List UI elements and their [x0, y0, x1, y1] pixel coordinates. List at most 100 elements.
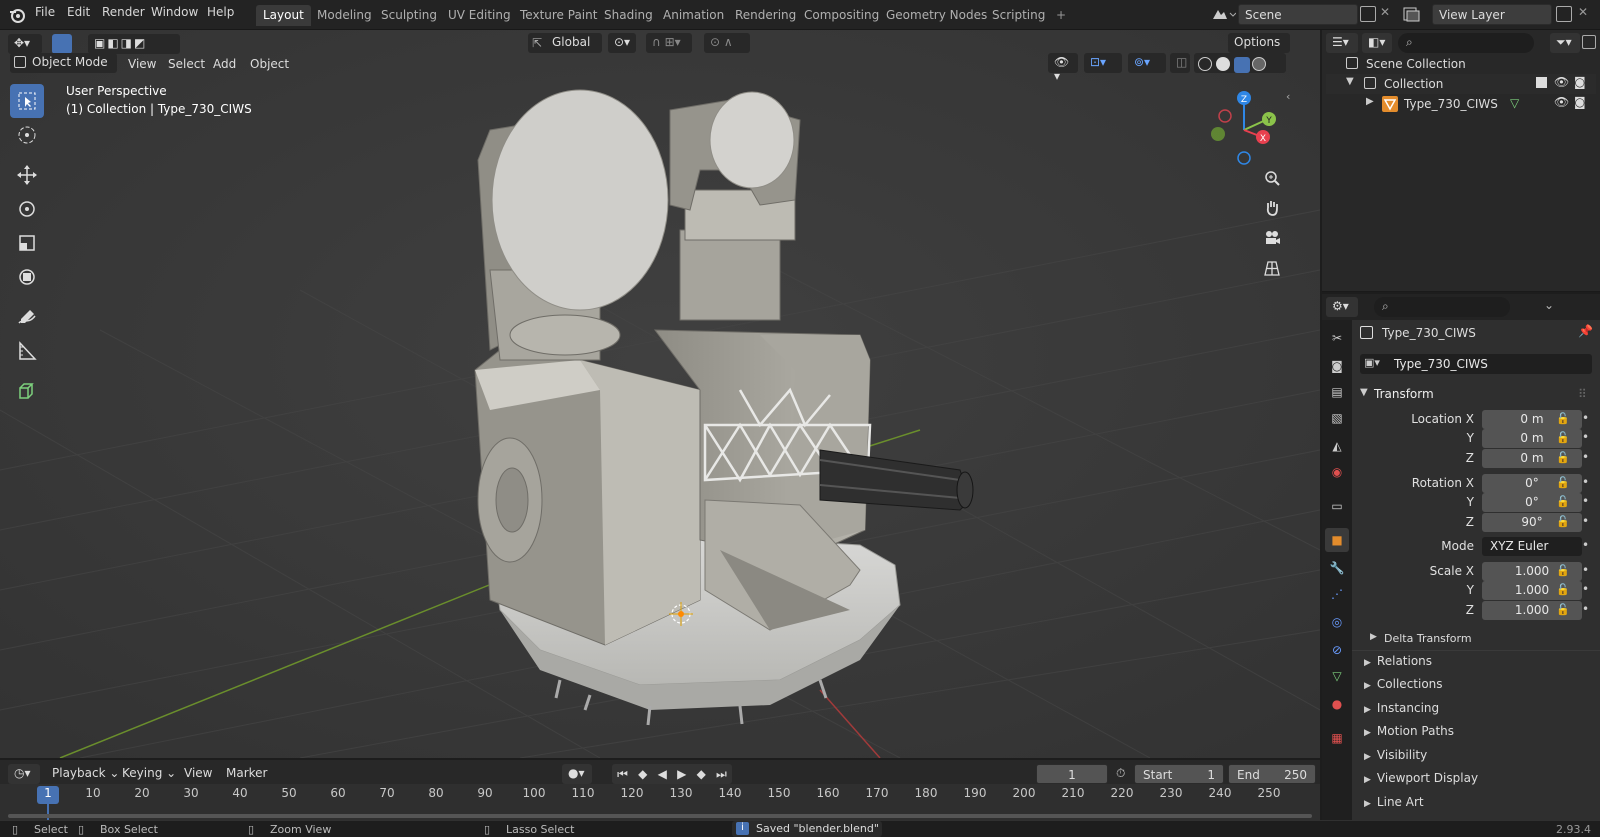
delete-view-layer-icon[interactable]: ✕ — [1578, 5, 1588, 19]
properties-search-input[interactable]: ⌕ — [1374, 297, 1510, 317]
menu-file[interactable]: File — [35, 5, 55, 19]
object-render-camera-icon[interactable]: ◙ — [1574, 95, 1586, 109]
pin-icon[interactable]: 📌 — [1578, 324, 1593, 338]
view-layer-selector[interactable]: View Layer — [1432, 4, 1552, 25]
keyframe-dot-icon[interactable]: • — [1582, 538, 1589, 552]
mode-dropdown[interactable]: Object Mode — [10, 53, 117, 73]
view-layer-tab-icon[interactable]: ▧ — [1325, 406, 1349, 430]
timeline-editor-type-icon[interactable]: ◷▾ — [8, 764, 40, 784]
add-workspace-icon[interactable]: + — [1049, 5, 1073, 26]
tool-measure[interactable] — [10, 334, 44, 368]
tab-uv-editing[interactable]: UV Editing — [441, 5, 518, 26]
menu-object[interactable]: Object — [250, 57, 289, 71]
outliner-search-input[interactable]: ⌕ — [1398, 33, 1534, 53]
particles-tab-icon[interactable]: ⋰ — [1325, 582, 1349, 606]
drag-handle-icon[interactable]: ⠿ — [1578, 387, 1587, 401]
section-relations[interactable]: ▶ Relations — [1364, 654, 1432, 668]
3d-viewport[interactable]: ✥▾ ▣◧◨◩ Global ⇱ ⊙▾ ∩ ⊞▾ ⊙ ∧ Options Obj… — [0, 30, 1320, 758]
playback-menu[interactable]: Playback ⌄ — [52, 766, 119, 780]
keyframe-dot-icon[interactable]: • — [1582, 494, 1589, 508]
editor-type-icon[interactable]: ✥▾ — [8, 34, 42, 54]
section-collections[interactable]: ▶ Collections — [1364, 677, 1443, 691]
blender-logo-icon[interactable] — [8, 6, 26, 24]
xray-icon[interactable]: ◫ — [1170, 53, 1190, 73]
view-layer-icon[interactable] — [1402, 6, 1428, 24]
new-scene-icon[interactable] — [1360, 6, 1376, 22]
select-mode-icon[interactable] — [52, 34, 72, 54]
menu-select[interactable]: Select — [168, 57, 205, 71]
tab-modeling[interactable]: Modeling — [310, 5, 379, 26]
texture-tab-icon[interactable]: ▦ — [1325, 726, 1349, 750]
lock-icon[interactable]: 🔓 — [1556, 476, 1570, 489]
object-data-browse-icon[interactable]: ▣▾ — [1364, 356, 1380, 369]
delta-transform-header[interactable]: ▶ Delta Transform — [1366, 630, 1596, 648]
transform-panel-header[interactable]: ▼ Transform ⠿ — [1356, 384, 1596, 404]
menu-render[interactable]: Render — [102, 5, 145, 19]
keyframe-dot-icon[interactable]: • — [1582, 411, 1589, 425]
collection-checkbox[interactable] — [1536, 77, 1547, 88]
menu-edit[interactable]: Edit — [67, 5, 90, 19]
filter-icon[interactable]: ⏷▾ — [1550, 33, 1580, 53]
keyframe-dot-icon[interactable]: • — [1582, 514, 1589, 528]
solid-shading-icon[interactable] — [1216, 57, 1230, 71]
tab-compositing[interactable]: Compositing — [797, 5, 886, 26]
lock-icon[interactable]: 🔓 — [1556, 564, 1570, 577]
lock-icon[interactable]: 🔓 — [1556, 583, 1570, 596]
tab-animation[interactable]: Animation — [656, 5, 731, 26]
object-tab-icon[interactable]: ■ — [1325, 528, 1349, 552]
snapping-icon[interactable]: ∩ ⊞▾ — [646, 33, 692, 53]
material-tab-icon[interactable]: ● — [1325, 692, 1349, 716]
lock-icon[interactable]: 🔓 — [1556, 431, 1570, 444]
lock-icon[interactable]: 🔓 — [1556, 451, 1570, 464]
data-tab-icon[interactable]: ▽ — [1325, 664, 1349, 688]
prev-keyframe-icon[interactable]: ◆ — [638, 767, 647, 781]
scene-tab-icon[interactable]: ◭ — [1325, 434, 1349, 458]
menu-help[interactable]: Help — [207, 5, 234, 19]
tool-rotate[interactable] — [10, 192, 44, 226]
tab-shading[interactable]: Shading — [597, 5, 660, 26]
delete-scene-icon[interactable]: ✕ — [1380, 5, 1390, 19]
tool-annotate[interactable] — [10, 300, 44, 334]
collapse-chevron-icon[interactable]: ▼ — [1346, 76, 1354, 87]
tool-cursor[interactable] — [10, 118, 44, 152]
keyframe-dot-icon[interactable]: • — [1582, 430, 1589, 444]
jump-start-icon[interactable]: ⏮ — [617, 767, 628, 782]
next-keyframe-icon[interactable]: ◆ — [697, 767, 706, 781]
render-camera-icon[interactable]: ◙ — [1574, 75, 1586, 89]
output-tab-icon[interactable]: ▤ — [1325, 380, 1349, 404]
tab-rendering[interactable]: Rendering — [728, 5, 803, 26]
tool-scale[interactable] — [10, 226, 44, 260]
ortho-grid-icon[interactable] — [1258, 254, 1286, 282]
tool-add-cube[interactable] — [10, 374, 44, 408]
section-visibility[interactable]: ▶ Visibility — [1364, 748, 1427, 762]
play-icon[interactable]: ▶ — [677, 767, 686, 781]
new-view-layer-icon[interactable] — [1556, 6, 1572, 22]
current-frame-field[interactable]: 1 — [1036, 764, 1108, 784]
rendered-shading-icon[interactable] — [1252, 57, 1266, 71]
tool-move[interactable] — [10, 158, 44, 192]
pivot-point-icon[interactable]: ⊙▾ — [608, 33, 636, 53]
outliner-row-collection[interactable]: ▼ Collection 👁 ◙ — [1326, 74, 1596, 94]
tab-texture-paint[interactable]: Texture Paint — [513, 5, 604, 26]
navigation-gizmo[interactable]: Z Y X — [1200, 86, 1290, 176]
section-viewport-display[interactable]: ▶ Viewport Display — [1364, 771, 1478, 785]
tab-layout[interactable]: Layout — [256, 5, 311, 26]
properties-options-icon[interactable]: ⌄ — [1544, 298, 1554, 312]
keyframe-dot-icon[interactable]: • — [1582, 602, 1589, 616]
expand-chevron-icon[interactable]: ▶ — [1366, 96, 1374, 107]
keying-menu[interactable]: Keying ⌄ — [122, 766, 176, 780]
timeline-scrollbar[interactable] — [8, 814, 1312, 818]
play-reverse-icon[interactable]: ◀ — [658, 767, 667, 781]
physics-tab-icon[interactable]: ◎ — [1325, 610, 1349, 634]
options-dropdown[interactable]: Options — [1228, 33, 1290, 53]
menu-view[interactable]: View — [128, 57, 156, 71]
select-operation-icons[interactable]: ▣◧◨◩ — [88, 34, 180, 54]
keyframe-dot-icon[interactable]: • — [1582, 582, 1589, 596]
lock-icon[interactable]: 🔓 — [1556, 495, 1570, 508]
section-motion-paths[interactable]: ▶ Motion Paths — [1364, 724, 1454, 738]
menu-window[interactable]: Window — [151, 5, 198, 19]
outliner-row-object[interactable]: ▶ Type_730_CIWS ▽ 👁 ◙ — [1326, 94, 1596, 114]
gizmo-toggle-icon[interactable]: ⊡▾ — [1084, 53, 1122, 73]
tool-transform[interactable] — [10, 260, 44, 294]
lock-icon[interactable]: 🔓 — [1556, 603, 1570, 616]
